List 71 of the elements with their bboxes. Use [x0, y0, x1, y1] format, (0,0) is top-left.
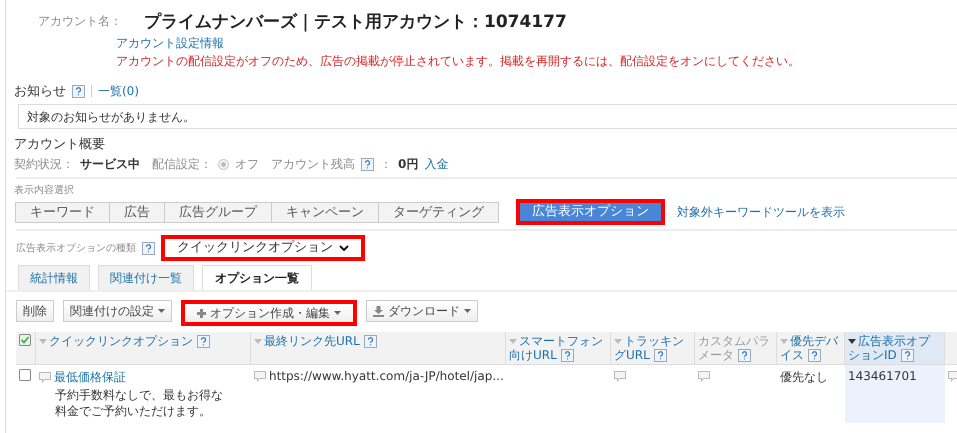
contract-status-value: サービス中 [80, 156, 140, 173]
option-type-label: 広告表示オプションの種類 [16, 242, 136, 255]
toolbar-button[interactable]: 削除 [16, 300, 54, 322]
comment-icon [39, 372, 51, 383]
column-header[interactable]: 優先デバイス [777, 332, 845, 365]
account-settings-link[interactable]: アカウント設定情報 [116, 35, 224, 52]
colon-text: ： [380, 156, 392, 173]
column-header[interactable]: スマートフォン向けURL [506, 332, 611, 365]
caret-icon [464, 309, 471, 313]
plus-icon [197, 308, 206, 318]
delivery-off-label: オフ [235, 156, 259, 173]
sort-arrow-icon [780, 339, 788, 344]
deposit-link[interactable]: 入金 [424, 156, 448, 173]
view-tab[interactable]: 広告 [109, 202, 165, 222]
sub-tab[interactable]: 関連付け一覧 [98, 265, 194, 290]
view-select-label: 表示内容選択 [14, 184, 74, 197]
select-all-checkbox[interactable] [19, 334, 31, 346]
column-header[interactable]: 最終リンク先URL [251, 332, 506, 365]
view-tab[interactable]: ターゲティング [378, 202, 499, 222]
option-type-select[interactable]: クイックリンクオプション [161, 235, 365, 261]
sort-arrow-icon [39, 339, 47, 344]
help-icon[interactable] [560, 349, 574, 362]
view-tab[interactable]: キャンペーン [271, 202, 379, 222]
sub-tab[interactable]: オプション一覧 [202, 265, 312, 290]
column-header[interactable]: トラッキングURL [611, 332, 695, 365]
notices-list-link[interactable]: 一覧(0) [98, 82, 139, 100]
toolbar-button[interactable]: ダウンロード [366, 300, 478, 322]
account-name-label: アカウント名： [38, 13, 122, 30]
column-header[interactable]: クイックリンクオプション [36, 332, 251, 365]
sort-arrow-icon [848, 339, 856, 344]
device-text: 優先なし [780, 370, 828, 384]
toolbar-button[interactable]: オプション作成・編集 [181, 300, 357, 326]
help-icon[interactable] [142, 242, 155, 254]
sub-tab[interactable]: 統計情報 [18, 265, 90, 290]
help-icon[interactable] [808, 349, 821, 362]
help-icon[interactable] [654, 349, 667, 362]
view-tab[interactable]: 広告グループ [164, 202, 272, 222]
sort-arrow-icon [614, 339, 622, 344]
notice-message: 対象のお知らせがありません。 [18, 104, 957, 129]
help-icon[interactable] [72, 84, 85, 98]
row-checkbox[interactable] [19, 369, 31, 381]
sort-arrow-icon [254, 339, 262, 344]
warning-message: アカウントの配信設定がオフのため、広告の掲載が停止されています。掲載を再開するには、配信設定をオンにしてください。 [116, 53, 800, 70]
column-header[interactable]: 広告表示オプションID [845, 332, 945, 365]
caret-icon [158, 309, 165, 313]
url-text: https://www.hyatt.com/ja-JP/hotel/jap... [269, 369, 504, 383]
overview-title: アカウント概要 [14, 136, 105, 153]
view-tab[interactable]: キーワード [15, 202, 110, 222]
help-icon[interactable] [361, 158, 374, 171]
option-description: 予約手数料なしで、最もお得な料金でご予約いただけます。 [54, 387, 224, 419]
excluded-keyword-tool-link[interactable]: 対象外キーワードツールを表示 [677, 204, 845, 220]
toolbar-button[interactable]: 関連付けの設定 [63, 300, 172, 322]
download-icon [373, 306, 384, 316]
option-id-text: 143461701 [848, 369, 917, 383]
help-icon[interactable] [196, 335, 210, 348]
comment-icon [254, 370, 266, 382]
account-balance-value: 0円 [398, 156, 418, 173]
help-icon[interactable] [738, 349, 751, 362]
account-balance-label: アカウント残高 [271, 156, 355, 173]
comment-icon [614, 371, 626, 382]
contract-status-label: 契約状況： [14, 156, 74, 173]
help-icon[interactable] [900, 349, 914, 362]
chevron-down-icon [339, 244, 349, 252]
caret-icon [334, 311, 341, 315]
delivery-setting-label: 配信設定： [152, 156, 212, 173]
comment-icon [698, 371, 710, 382]
help-icon[interactable] [364, 335, 377, 348]
notices-title: お知らせ [14, 83, 66, 100]
sort-arrow-icon [509, 339, 517, 344]
account-name: プライムナンバーズ｜テスト用アカウント：1074177 [144, 11, 567, 33]
option-title-link[interactable]: 最低価格保証 [54, 369, 126, 386]
